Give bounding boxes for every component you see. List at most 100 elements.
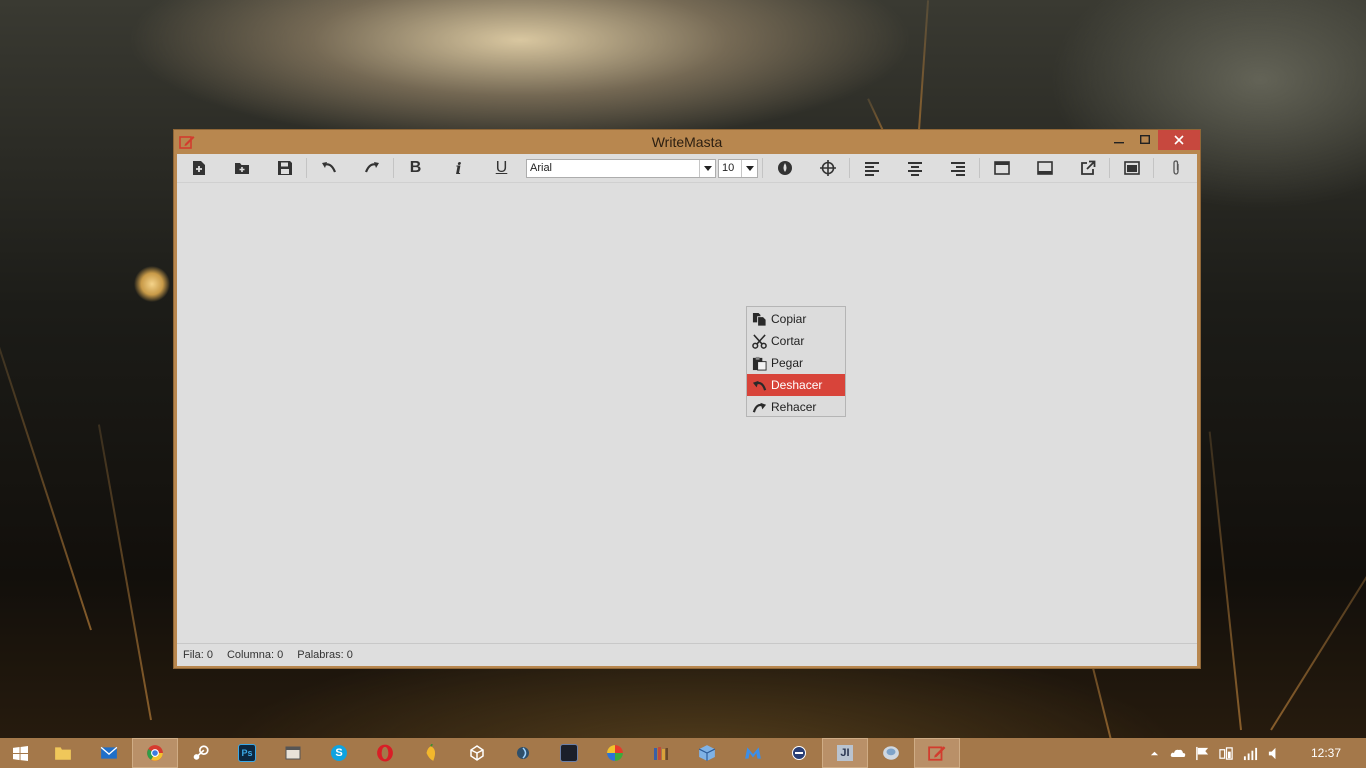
close-button[interactable] <box>1158 130 1200 150</box>
skype-icon: S <box>331 745 347 761</box>
align-right-button[interactable] <box>936 155 979 181</box>
status-row: Fila: 0 <box>183 649 213 661</box>
folder-open-icon <box>234 163 249 174</box>
tray-action-center[interactable] <box>1190 738 1214 768</box>
maximize-button[interactable] <box>1132 130 1158 150</box>
app-pencil-icon <box>928 746 946 761</box>
menu-item-label: Cortar <box>771 334 805 348</box>
paperclip-icon <box>1172 160 1179 175</box>
text-editor-area[interactable] <box>177 182 1197 645</box>
undo-icon <box>321 162 336 173</box>
fruit-icon <box>426 744 436 761</box>
taskbar-writemasta[interactable] <box>914 738 960 768</box>
font-family-select[interactable]: Arial <box>526 158 716 178</box>
open-folder-button[interactable] <box>220 155 263 181</box>
new-document-button[interactable] <box>177 155 220 181</box>
taskbar-app-disk[interactable] <box>868 738 914 768</box>
menu-item-label: Copiar <box>771 312 807 326</box>
tray-network[interactable] <box>1238 738 1262 768</box>
taskbar-virtualbox[interactable] <box>684 738 730 768</box>
chrome-icon <box>147 745 163 761</box>
font-size-select[interactable]: 10 <box>718 158 758 178</box>
close-icon <box>1174 135 1184 145</box>
align-center-button[interactable] <box>893 155 936 181</box>
text-color-button[interactable] <box>763 155 806 181</box>
footer-button[interactable] <box>1023 155 1066 181</box>
tray-power[interactable] <box>1214 738 1238 768</box>
taskbar-library[interactable] <box>638 738 684 768</box>
redo-icon <box>752 402 766 413</box>
taskbar-app-window[interactable] <box>270 738 316 768</box>
tray-onedrive[interactable] <box>1166 738 1190 768</box>
align-left-icon <box>864 162 879 176</box>
round-app-icon <box>792 746 806 760</box>
highlight-button[interactable] <box>806 155 849 181</box>
taskbar-app-dark[interactable] <box>546 738 592 768</box>
taskbar-app-color[interactable] <box>592 738 638 768</box>
underline-button[interactable]: U <box>480 155 523 181</box>
align-center-icon <box>907 162 922 176</box>
taskbar-fl-studio[interactable] <box>408 738 454 768</box>
toolbar: B i U Arial 10 <box>177 154 1197 182</box>
minimize-button[interactable] <box>1106 130 1132 150</box>
save-button[interactable] <box>263 155 306 181</box>
taskbar-file-explorer[interactable] <box>40 738 86 768</box>
title-bar[interactable]: WriteMasta <box>174 130 1200 154</box>
speaker-icon <box>1268 747 1275 759</box>
status-column: Columna: 0 <box>226 649 284 661</box>
taskbar-app-round[interactable] <box>776 738 822 768</box>
paste-icon <box>752 356 767 371</box>
fullscreen-icon <box>1123 161 1140 175</box>
books-icon <box>654 747 668 760</box>
menu-item-deshacer[interactable]: Deshacer <box>747 374 845 396</box>
app-window-icon <box>285 746 301 760</box>
menu-item-rehacer[interactable]: Rehacer <box>747 396 845 418</box>
tray-expand-button[interactable] <box>1142 738 1166 768</box>
swirl-icon <box>517 747 529 759</box>
copy-icon <box>752 312 767 327</box>
external-link-icon <box>1080 160 1095 175</box>
export-button[interactable] <box>1066 155 1109 181</box>
context-menu: Copiar Cortar Pegar Deshacer Rehacer <box>746 306 846 417</box>
align-left-button[interactable] <box>850 155 893 181</box>
undo-button[interactable] <box>307 155 350 181</box>
minimize-icon <box>1114 142 1124 144</box>
redo-button[interactable] <box>350 155 393 181</box>
menu-item-copiar[interactable]: Copiar <box>747 308 845 330</box>
taskbar-mail[interactable] <box>86 738 132 768</box>
taskbar-photoshop[interactable]: Ps <box>224 738 270 768</box>
taskbar-chrome[interactable] <box>132 738 178 768</box>
taskbar-app-swirl[interactable] <box>500 738 546 768</box>
maximize-icon <box>1139 134 1151 144</box>
menu-item-cortar[interactable]: Cortar <box>747 330 845 352</box>
system-tray: 12:37 <box>1142 738 1366 768</box>
italic-button[interactable]: i <box>437 155 480 181</box>
start-button[interactable] <box>0 738 40 768</box>
opera-icon <box>377 744 393 762</box>
tray-volume[interactable] <box>1262 738 1286 768</box>
taskbar-opera[interactable] <box>362 738 408 768</box>
taskbar-steam[interactable] <box>178 738 224 768</box>
chevron-down-icon <box>741 159 757 177</box>
taskbar-malwarebytes[interactable] <box>730 738 776 768</box>
menu-item-label: Rehacer <box>771 400 817 414</box>
header-button[interactable] <box>980 155 1023 181</box>
taskbar: Ps S JI 12:37 <box>0 738 1366 768</box>
menu-item-pegar[interactable]: Pegar <box>747 352 845 374</box>
align-right-icon <box>950 162 965 176</box>
attach-button[interactable] <box>1154 155 1197 181</box>
taskbar-skype[interactable]: S <box>316 738 362 768</box>
window-header-icon <box>993 161 1010 175</box>
cloud-icon <box>1170 749 1186 757</box>
status-words: Palabras: 0 <box>297 649 353 661</box>
taskbar-clock[interactable]: 12:37 <box>1286 746 1366 760</box>
taskbar-intellij[interactable]: JI <box>822 738 868 768</box>
mail-icon <box>100 746 118 759</box>
cube-icon <box>698 745 716 761</box>
flag-icon <box>1195 746 1208 760</box>
menu-item-label: Deshacer <box>771 378 823 392</box>
bold-button[interactable]: B <box>394 155 437 181</box>
taskbar-unity[interactable] <box>454 738 500 768</box>
italic-label: i <box>455 158 462 178</box>
fullscreen-button[interactable] <box>1110 155 1153 181</box>
